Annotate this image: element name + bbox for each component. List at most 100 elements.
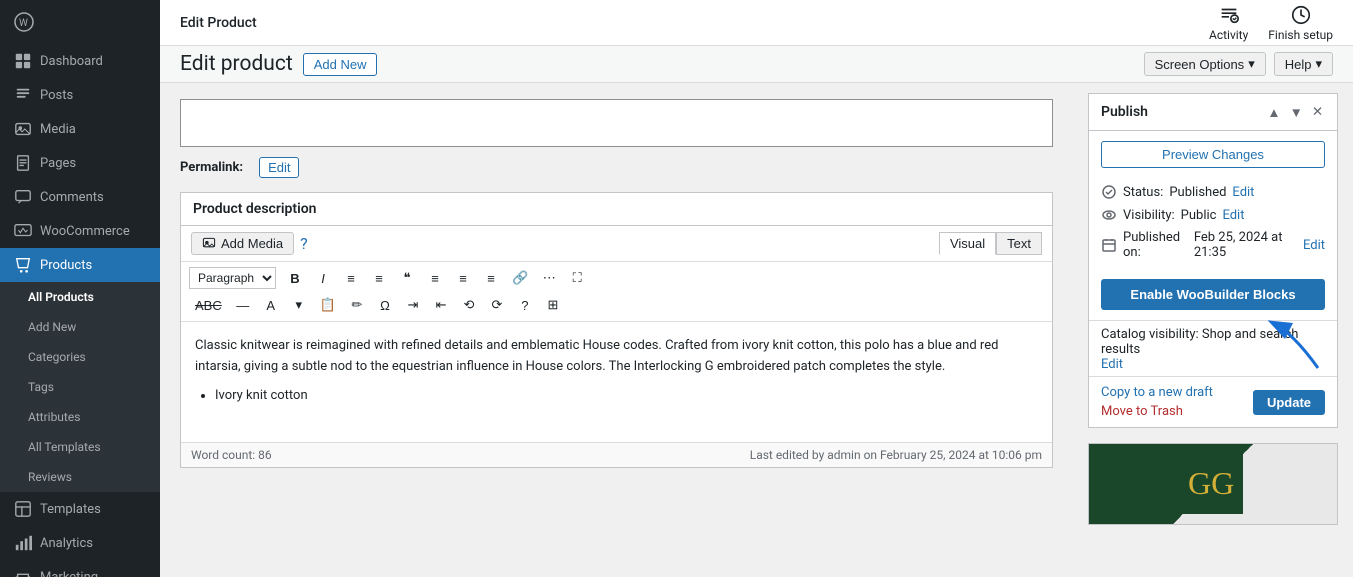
sidebar-submenu-all-templates[interactable]: All Templates (0, 432, 160, 462)
tags-label: Tags (28, 380, 54, 394)
permalink-bar: Permalink: Edit (180, 157, 1053, 178)
sidebar-item-pages[interactable]: Pages (0, 146, 160, 180)
special-char-button[interactable]: Ω (372, 294, 398, 317)
move-trash-link[interactable]: Move to Trash (1101, 404, 1213, 419)
sidebar-submenu-categories[interactable]: Categories (0, 342, 160, 372)
sidebar-submenu-tags[interactable]: Tags (0, 372, 160, 402)
indent-button[interactable]: ⇥ (400, 293, 426, 317)
permalink-edit-button[interactable]: Edit (259, 157, 299, 178)
sidebar-item-dashboard[interactable]: Dashboard (0, 44, 160, 78)
link-button[interactable]: 🔗 (506, 266, 534, 290)
dashboard-icon (14, 52, 32, 70)
publish-collapse-down[interactable]: ▼ (1288, 102, 1305, 122)
sidebar-item-analytics[interactable]: Analytics (0, 526, 160, 560)
editor-content[interactable]: Classic knitwear is reimagined with refi… (181, 322, 1052, 442)
activity-action[interactable]: Activity (1209, 4, 1248, 42)
main-content: Edit Product Activity Finish setup Edit … (160, 0, 1353, 577)
finish-setup-label: Finish setup (1268, 28, 1333, 42)
finish-setup-action[interactable]: Finish setup (1268, 4, 1333, 42)
align-center-button[interactable]: ≡ (450, 267, 476, 290)
add-media-label: Add Media (221, 236, 283, 251)
sidebar-analytics-label: Analytics (40, 536, 93, 551)
sidebar-item-woocommerce[interactable]: WooCommerce (0, 214, 160, 248)
sidebar-submenu-add-new[interactable]: Add New (0, 312, 160, 342)
publish-close[interactable]: ✕ (1310, 102, 1325, 122)
activity-label: Activity (1209, 28, 1248, 42)
sidebar-submenu-all-products[interactable]: All Products (0, 282, 160, 312)
kb-shortcuts-button[interactable]: ? (512, 294, 538, 317)
product-title-input[interactable]: JUMBO GG COTTON SILK JACQUARD POLO (180, 99, 1053, 147)
sidebar-logo: W (0, 0, 160, 44)
published-edit-link[interactable]: Edit (1303, 238, 1325, 253)
enable-woobuilder-button[interactable]: Enable WooBuilder Blocks (1101, 279, 1325, 310)
visual-tab[interactable]: Visual (939, 232, 996, 255)
redo-button[interactable]: ⟳ (484, 293, 510, 317)
sidebar-item-comments[interactable]: Comments (0, 180, 160, 214)
sidebar-pages-label: Pages (40, 156, 76, 171)
update-button[interactable]: Update (1253, 390, 1325, 415)
sidebar-item-marketing[interactable]: Marketing (0, 560, 160, 577)
finish-setup-icon (1290, 4, 1312, 26)
bold-button[interactable]: B (282, 267, 308, 290)
sidebar: W Dashboard Posts Media Pages Comments W… (0, 0, 160, 577)
sidebar-item-media[interactable]: Media (0, 112, 160, 146)
paragraph-select[interactable]: Paragraph (189, 267, 276, 289)
undo-button[interactable]: ⟲ (456, 293, 482, 317)
catalog-label: Catalog visibility: Shop and search resu… (1101, 327, 1325, 357)
help-button[interactable]: Help ▾ (1274, 52, 1333, 76)
permalink-label: Permalink: (180, 160, 243, 175)
sidebar-media-label: Media (40, 122, 76, 137)
text-color-dropdown[interactable]: ▾ (286, 293, 312, 317)
catalog-edit-link[interactable]: Edit (1101, 357, 1123, 372)
publish-actions: Copy to a new draft Move to Trash Update (1089, 376, 1337, 427)
screen-options-label: Screen Options (1155, 57, 1245, 72)
sidebar-item-templates[interactable]: Templates (0, 492, 160, 526)
text-tab[interactable]: Text (996, 232, 1042, 255)
thumbnail-image: GG (1183, 454, 1243, 514)
subheader-left: Edit product Add New (180, 52, 377, 76)
fullscreen-button[interactable]: ⛶ (564, 266, 590, 290)
media-toolbar: Add Media ? Visual Text (181, 226, 1052, 262)
editor-help-icon[interactable]: ? (300, 234, 308, 253)
sidebar-woocommerce-label: WooCommerce (40, 224, 130, 239)
visual-text-tabs: Visual Text (939, 232, 1042, 255)
visibility-edit-link[interactable]: Edit (1222, 208, 1244, 223)
editor-toolbar: Paragraph B I ≡ ≡ ❝ ≡ ≡ ≡ 🔗 ⋯ ⛶ (181, 262, 1052, 322)
strikethrough-button[interactable]: ABC (189, 294, 228, 317)
preview-changes-button[interactable]: Preview Changes (1101, 141, 1325, 168)
table-button[interactable]: ⊞ (540, 293, 566, 317)
catalog-section: Catalog visibility: Shop and search resu… (1089, 320, 1337, 376)
hr-button[interactable]: — (230, 294, 256, 317)
add-new-button[interactable]: Add New (303, 53, 378, 76)
sidebar-submenu-attributes[interactable]: Attributes (0, 402, 160, 432)
outdent-button[interactable]: ⇥ (428, 293, 454, 317)
copy-draft-link[interactable]: Copy to a new draft (1101, 385, 1213, 400)
more-button[interactable]: ⋯ (536, 266, 562, 290)
ul-button[interactable]: ≡ (338, 267, 364, 290)
posts-icon (14, 86, 32, 104)
topbar-actions: Activity Finish setup (1209, 4, 1333, 42)
status-edit-link[interactable]: Edit (1232, 185, 1254, 200)
product-description-box: Product description Add Media ? Visual T… (180, 192, 1053, 468)
svg-text:W: W (19, 18, 28, 29)
sidebar-marketing-label: Marketing (40, 570, 98, 577)
eraser-button[interactable]: ✏ (344, 293, 370, 317)
italic-button[interactable]: I (310, 267, 336, 290)
screen-options-button[interactable]: Screen Options ▾ (1144, 52, 1266, 76)
sidebar-item-posts[interactable]: Posts (0, 78, 160, 112)
add-media-button[interactable]: Add Media (191, 232, 294, 255)
align-right-button[interactable]: ≡ (478, 267, 504, 290)
paste-button[interactable]: 📋 (314, 293, 342, 317)
ol-button[interactable]: ≡ (366, 267, 392, 290)
sidebar-submenu-reviews[interactable]: Reviews (0, 462, 160, 492)
subheader-right: Screen Options ▾ Help ▾ (1144, 52, 1333, 76)
categories-label: Categories (28, 350, 86, 364)
align-left-button[interactable]: ≡ (422, 267, 448, 290)
publish-collapse-up[interactable]: ▲ (1265, 102, 1282, 122)
calendar-icon (1101, 237, 1117, 253)
blockquote-button[interactable]: ❝ (394, 266, 420, 290)
editor-list-item: Ivory knit cotton (215, 386, 1038, 407)
publish-header: Publish ▲ ▼ ✕ (1089, 94, 1337, 131)
sidebar-item-products[interactable]: Products (0, 248, 160, 282)
text-color-button[interactable]: A (258, 294, 284, 317)
